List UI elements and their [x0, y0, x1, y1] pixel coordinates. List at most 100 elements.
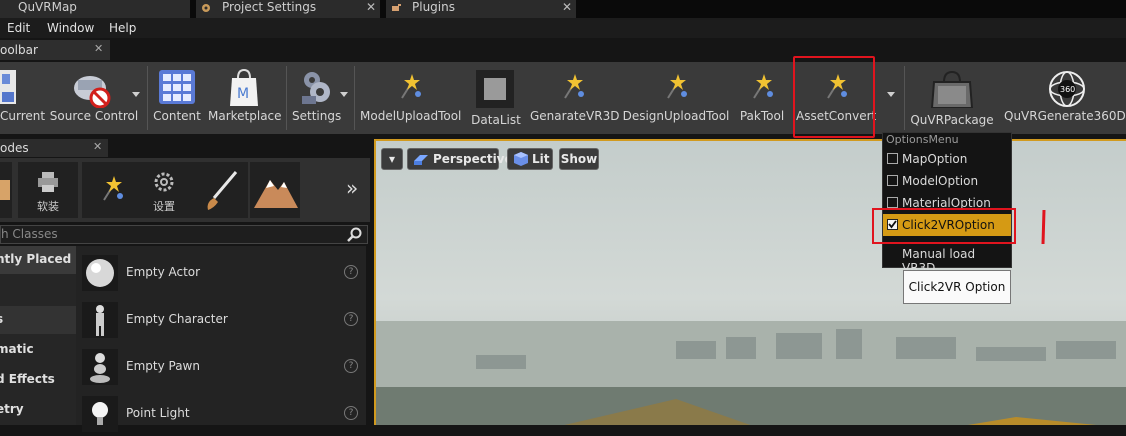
menu-help[interactable]: Help — [109, 21, 136, 35]
lit-label: Lit — [532, 152, 550, 166]
quvr-generate-360-data-button[interactable]: 360 QuVRGenerate360Data — [1000, 62, 1126, 134]
help-icon[interactable]: ? — [344, 265, 358, 279]
level-viewport[interactable]: ▾ Perspective Lit Show — [374, 139, 1126, 425]
menu-window[interactable]: Window — [47, 21, 94, 35]
menu-item-manual-load-vr3d[interactable]: Manual load VR3D — [883, 243, 1011, 275]
placeable-items-list: Empty Actor ? Empty Character ? Empty Pa… — [76, 246, 366, 432]
mode-place-button[interactable] — [0, 162, 12, 218]
close-panel-icon[interactable]: ✕ — [94, 42, 103, 55]
list-item[interactable]: Empty Character ? — [76, 298, 366, 342]
mode-wand-button[interactable] — [82, 162, 142, 218]
tab-plugins[interactable]: Plugins ✕ — [386, 0, 576, 18]
options-menu-header: OptionsMenu — [886, 133, 959, 146]
help-icon[interactable]: ? — [344, 312, 358, 326]
plug-icon — [392, 4, 401, 11]
design-upload-tool-button[interactable]: DesignUploadTool — [622, 62, 730, 134]
show-button[interactable]: Show — [559, 148, 599, 170]
close-panel-icon[interactable]: ✕ — [93, 140, 102, 153]
viewport-options-button[interactable]: ▾ — [381, 148, 403, 170]
chevron-down-icon[interactable] — [132, 92, 140, 97]
list-item[interactable]: Empty Actor ? — [76, 251, 366, 295]
magic-wand-icon — [753, 74, 773, 99]
list-item[interactable]: Point Light ? — [76, 392, 366, 436]
toolbar-separator — [147, 66, 148, 130]
asset-convert-dropdown-icon[interactable] — [887, 92, 895, 97]
modes-icon-row: 软装 设置 » — [0, 158, 370, 222]
list-item[interactable]: Empty Pawn ? — [76, 345, 366, 389]
save-current-button[interactable]: Current — [0, 62, 46, 134]
perspective-button[interactable]: Perspective — [407, 148, 513, 170]
genarate-vr3d-button[interactable]: GenarateVR3D — [530, 62, 620, 134]
category-basic[interactable]: s — [0, 306, 76, 334]
sphere-icon — [82, 255, 118, 291]
source-control-button[interactable]: Source Control — [46, 62, 142, 134]
package-bag-icon — [930, 70, 974, 108]
landscape-icon — [254, 180, 298, 208]
search-classes-field[interactable]: h Classes — [0, 225, 368, 244]
pak-tool-button[interactable]: PakTool — [734, 62, 790, 134]
tab-label: Plugins — [412, 0, 455, 14]
main-toolbar: Current Source Control Content M Marketp… — [0, 62, 1126, 134]
magic-wand-icon — [564, 74, 584, 99]
chevron-down-icon[interactable] — [340, 92, 348, 97]
item-name: Point Light — [126, 406, 190, 420]
model-upload-tool-button[interactable]: ModelUploadTool — [360, 62, 461, 134]
help-icon[interactable]: ? — [344, 406, 358, 420]
quvr-package-button[interactable]: QuVRPackage — [910, 62, 994, 134]
checkbox[interactable] — [887, 175, 898, 186]
menu-item-label: ModelOption — [902, 174, 979, 188]
category-cinematic[interactable]: matic — [0, 336, 76, 364]
close-tab-icon[interactable]: ✕ — [562, 0, 572, 14]
content-button[interactable]: Content — [152, 62, 202, 134]
mode-landscape-button[interactable] — [250, 162, 300, 218]
save-current-label: Current — [0, 109, 46, 123]
more-modes-icon[interactable]: » — [346, 176, 358, 200]
item-name: Empty Pawn — [126, 359, 200, 373]
bulb-icon — [82, 396, 118, 432]
category-geometry[interactable]: etry — [0, 396, 76, 424]
help-icon[interactable]: ? — [344, 359, 358, 373]
mode-paint-button[interactable] — [194, 162, 248, 218]
magic-wand-icon — [667, 74, 687, 99]
menu-item-label: MapOption — [902, 152, 968, 166]
click2vr-tooltip: Click2VR Option — [903, 270, 1011, 304]
checkbox[interactable] — [887, 153, 898, 164]
tab-project-settings[interactable]: Project Settings ✕ — [196, 0, 380, 18]
360-icon: 360 — [1049, 71, 1085, 107]
perspective-cube-icon — [414, 155, 428, 165]
search-placeholder: h Classes — [1, 227, 58, 241]
menu-item-model-option[interactable]: ModelOption — [883, 170, 1011, 192]
item-name: Empty Character — [126, 312, 228, 326]
modes-panel-tab[interactable]: odes ✕ — [0, 139, 108, 157]
mode-settings-button[interactable]: 设置 — [134, 162, 194, 218]
svg-text:360: 360 — [1060, 85, 1075, 94]
mode-settings-label: 设置 — [153, 200, 175, 213]
genarate-vr3d-label: GenarateVR3D — [530, 109, 620, 123]
lit-button[interactable]: Lit — [507, 148, 553, 170]
menu-bar: Edit Window Help — [0, 18, 1126, 38]
settings-button[interactable]: Settings — [290, 62, 350, 134]
source-control-icon — [74, 76, 111, 108]
modes-panel-title: odes — [0, 141, 29, 155]
settings-label: Settings — [292, 109, 342, 123]
datalist-button[interactable]: DataList — [468, 62, 524, 134]
content-label: Content — [153, 109, 201, 123]
mode-softdecor-button[interactable]: 软装 — [18, 162, 78, 218]
settings-gear-icon — [202, 4, 210, 12]
marketplace-button[interactable]: M Marketplace — [208, 62, 282, 134]
quvr-generate-360-data-label: QuVRGenerate360Data — [1004, 109, 1126, 123]
toolbar-tab-label: oolbar — [0, 43, 38, 57]
annotation-box-asset-convert — [793, 56, 875, 138]
close-tab-icon[interactable]: ✕ — [366, 0, 376, 14]
toolbar-panel-tab[interactable]: oolbar ✕ — [0, 40, 110, 60]
category-recently-placed[interactable]: ntly Placed — [0, 246, 76, 274]
menu-item-map-option[interactable]: MapOption — [883, 148, 1011, 170]
pawn-icon — [82, 349, 118, 385]
annotation-mark-1: 1 — [1041, 209, 1046, 245]
category-visual-effects[interactable]: d Effects — [0, 366, 76, 394]
toolbar-separator — [904, 66, 905, 130]
checkbox[interactable] — [887, 197, 898, 208]
tab-quvrmap[interactable]: QuVRMap — [0, 0, 190, 18]
chevron-down-icon: ▾ — [388, 152, 396, 166]
menu-edit[interactable]: Edit — [7, 21, 30, 35]
